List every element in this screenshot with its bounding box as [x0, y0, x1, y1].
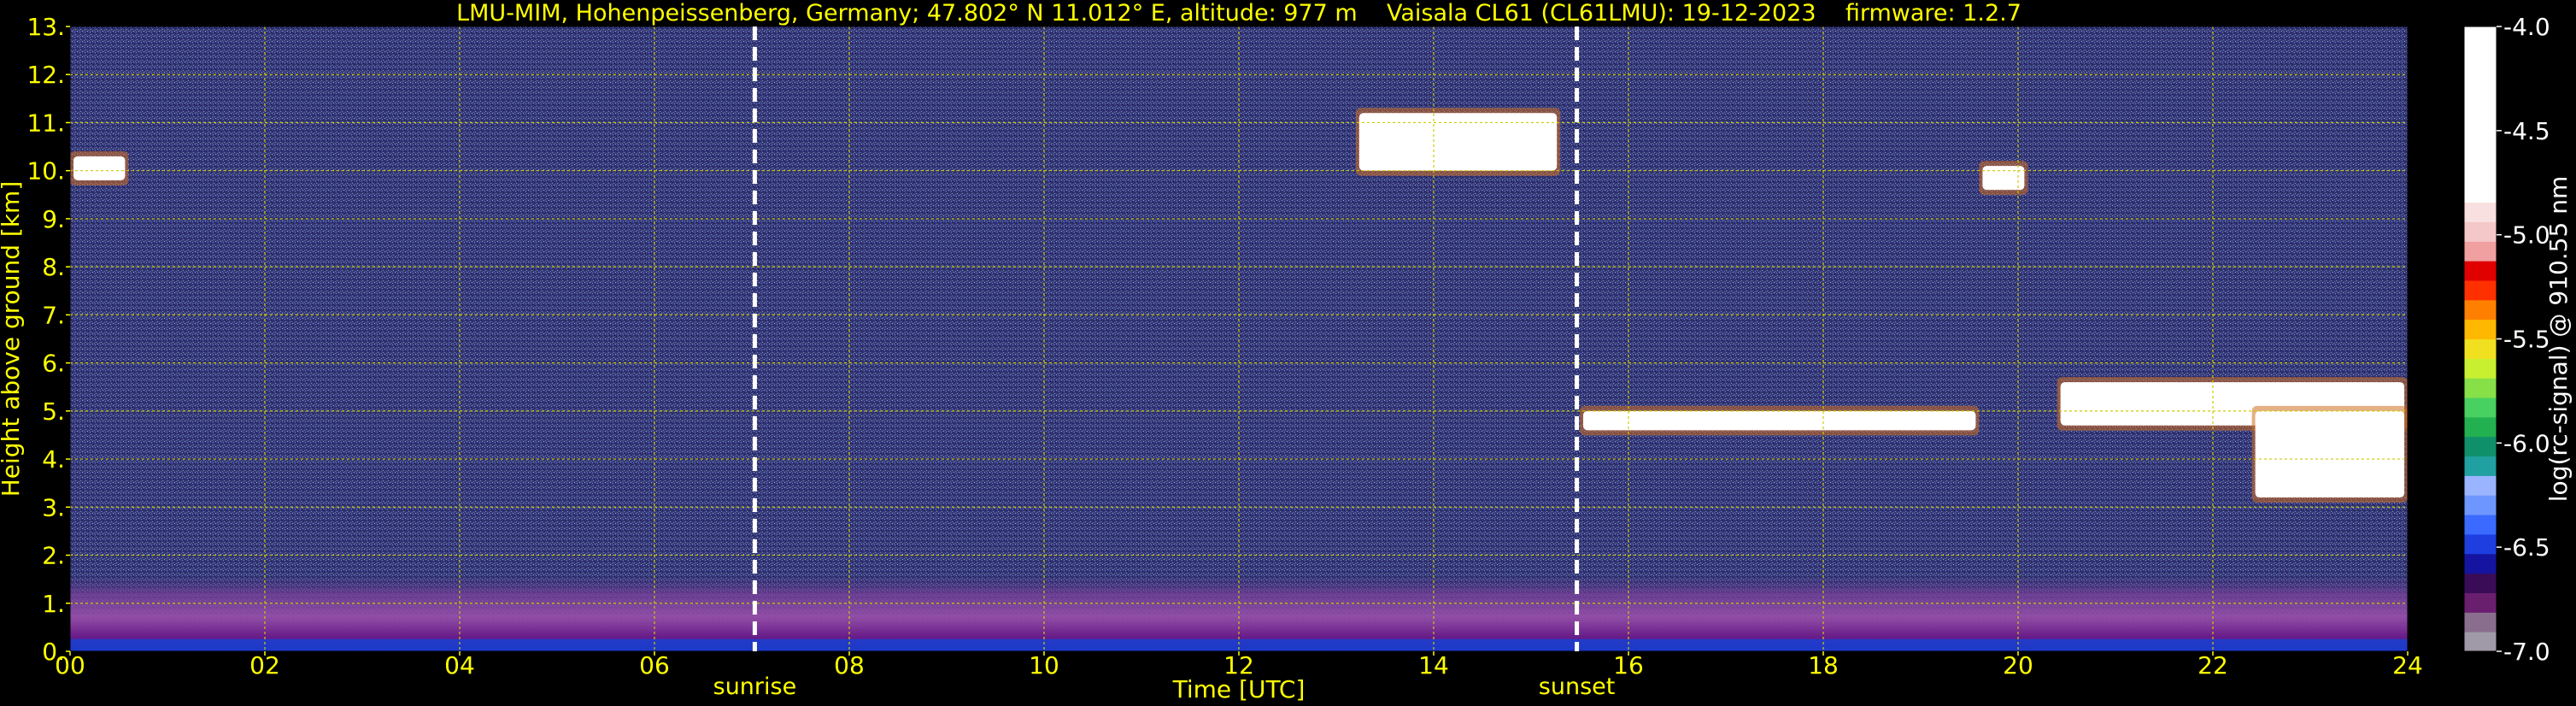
colorbar-tick-label: -6.5	[2503, 533, 2550, 562]
colorbar-label: log(rc-signal) @ 910.55 nm	[2544, 176, 2573, 502]
colorbar-tick-label: -5.0	[2503, 221, 2550, 250]
colorbar-segment	[2464, 338, 2497, 359]
cloud-core	[1583, 410, 1976, 431]
colorbar-segment	[2464, 279, 2497, 301]
cloud-feature	[2251, 405, 2408, 503]
y-tick-label: 3.	[42, 493, 65, 521]
colorbar-segment	[2464, 378, 2497, 398]
y-tick-label: 7.	[42, 301, 65, 329]
cloud-core	[73, 156, 126, 180]
colorbar-segment	[2464, 632, 2497, 652]
colorbar-segment	[2464, 515, 2497, 535]
colorbar-segment	[2464, 495, 2497, 515]
colorbar-segment	[2464, 85, 2497, 105]
colorbar-segment	[2464, 299, 2497, 321]
x-tick-label: 06	[639, 651, 670, 680]
x-tick-label: 14	[1418, 651, 1449, 680]
y-tick-label: 10.	[26, 157, 65, 185]
colorbar-segment	[2464, 202, 2497, 222]
x-tick-label: 22	[2198, 651, 2228, 680]
x-axis-label: Time [UTC]	[1172, 675, 1306, 703]
y-tick-label: 1.	[42, 590, 65, 618]
colorbar-segment	[2464, 475, 2497, 496]
cloud-feature	[1580, 405, 1980, 436]
colorbar-segment	[2464, 358, 2497, 379]
y-tick-label: 12.	[26, 61, 65, 89]
y-tick-label: 0.	[42, 638, 65, 666]
colorbar-segment	[2464, 261, 2497, 281]
y-tick-label: 9.	[42, 205, 65, 233]
x-tick-label: 20	[2003, 651, 2033, 680]
colorbar-segment	[2464, 65, 2497, 86]
x-tick-label: 10	[1029, 651, 1059, 680]
y-tick-label: 6.	[42, 350, 65, 378]
colorbar-segment	[2464, 124, 2497, 144]
x-tick-label: 18	[1808, 651, 1839, 680]
colorbar-segment	[2464, 45, 2497, 67]
colorbar-segment	[2464, 416, 2497, 438]
colorbar-segment	[2464, 612, 2497, 632]
colorbar-segment	[2464, 573, 2497, 593]
colorbar-segment	[2464, 592, 2497, 613]
y-tick-label: 11.	[26, 109, 65, 137]
x-tick-label: 24	[2392, 651, 2423, 680]
sun-event-label: sunset	[1539, 674, 1616, 700]
y-tick-label: 8.	[42, 253, 65, 281]
colorbar-tick-label: -4.5	[2503, 117, 2550, 145]
x-tick-label: 16	[1613, 651, 1644, 680]
colorbar-segment	[2464, 104, 2497, 125]
colorbar-segment	[2464, 319, 2497, 339]
colorbar-segment	[2464, 397, 2497, 418]
colorbar-segment	[2464, 533, 2497, 555]
colorbar-segment	[2464, 553, 2497, 574]
cloud-core	[1358, 113, 1558, 171]
y-tick-label: 5.	[42, 397, 65, 426]
colorbar-tick-label: -5.5	[2503, 326, 2550, 354]
x-tick-label: 02	[249, 651, 280, 680]
x-tick-label: 04	[444, 651, 475, 680]
chart-title: LMU-MIM, Hohenpeissenberg, Germany; 47.8…	[456, 0, 2021, 26]
colorbar-segment	[2464, 26, 2497, 47]
y-axis-label: Height above ground [km]	[0, 181, 25, 497]
lidar-chart: sunrise sunset 00 02 04 06 08 10 12 14 16 18 20 22 24…	[0, 0, 2573, 703]
y-tick-label: 4.	[42, 445, 65, 474]
x-tick-label: 08	[834, 651, 865, 680]
sun-event-label: sunrise	[713, 674, 797, 700]
colorbar-tick-label: -7.0	[2503, 638, 2550, 666]
y-tick-label: 13.	[26, 13, 65, 41]
cloud-feature	[1979, 161, 2028, 196]
colorbar-segment	[2464, 456, 2497, 476]
colorbar-segment	[2464, 436, 2497, 457]
colorbar-segment	[2464, 162, 2497, 184]
colorbar-segment	[2464, 182, 2497, 203]
cloud-feature	[1355, 108, 1561, 176]
y-tick-label: 2.	[42, 542, 65, 570]
colorbar-segment	[2464, 221, 2497, 242]
colorbar-tick-label: -4.0	[2503, 13, 2550, 41]
cloud-core	[2255, 410, 2404, 498]
colorbar-segment	[2464, 144, 2497, 164]
cloud-feature	[70, 150, 129, 185]
colorbar-segment	[2464, 241, 2497, 262]
colorbar-tick-label: -6.0	[2503, 429, 2550, 457]
